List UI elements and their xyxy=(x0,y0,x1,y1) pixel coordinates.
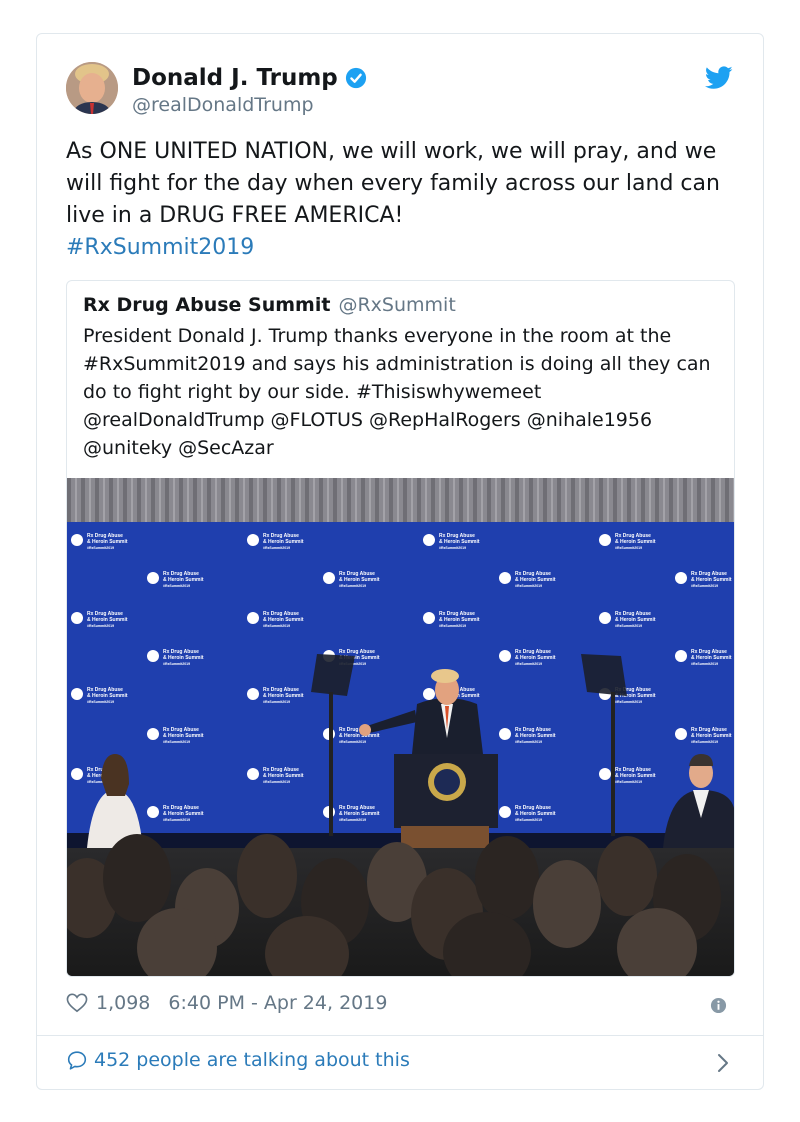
svg-text:#RxSummit2019: #RxSummit2019 xyxy=(515,662,542,666)
audience-member xyxy=(475,836,539,920)
author-handle[interactable]: @realDonaldTrump xyxy=(132,94,314,116)
svg-text:& Heroin Summit: & Heroin Summit xyxy=(515,655,556,661)
svg-text:& Heroin Summit: & Heroin Summit xyxy=(615,539,656,545)
svg-text:#RxSummit2019: #RxSummit2019 xyxy=(87,546,114,550)
svg-text:#RxSummit2019: #RxSummit2019 xyxy=(339,584,366,588)
svg-text:#RxSummit2019: #RxSummit2019 xyxy=(615,700,642,704)
heart-icon[interactable] xyxy=(66,993,88,1013)
svg-text:#RxSummit2019: #RxSummit2019 xyxy=(691,584,718,588)
svg-text:& Heroin Summit: & Heroin Summit xyxy=(515,577,556,583)
svg-text:& Heroin Summit: & Heroin Summit xyxy=(615,617,656,623)
comment-bubble-icon xyxy=(67,1050,87,1070)
display-name[interactable]: Donald J. Trump xyxy=(132,65,338,91)
svg-text:& Heroin Summit: & Heroin Summit xyxy=(439,539,480,545)
tweet-body: As ONE UNITED NATION, we will work, we w… xyxy=(66,139,720,228)
svg-text:#RxSummit2019: #RxSummit2019 xyxy=(515,584,542,588)
svg-text:#RxSummit2019: #RxSummit2019 xyxy=(691,740,718,744)
svg-text:& Heroin Summit: & Heroin Summit xyxy=(87,693,128,699)
svg-text:#RxSummit2019: #RxSummit2019 xyxy=(339,740,366,744)
svg-text:#RxSummit2019: #RxSummit2019 xyxy=(263,780,290,784)
svg-text:#RxSummit2019: #RxSummit2019 xyxy=(515,740,542,744)
audience-member xyxy=(237,834,297,918)
event-photo[interactable]: Rx Drug Abuse& Heroin Summit#RxSummit201… xyxy=(67,478,734,976)
svg-text:& Heroin Summit: & Heroin Summit xyxy=(263,617,304,623)
audience-member xyxy=(103,834,171,922)
svg-text:#RxSummit2019: #RxSummit2019 xyxy=(163,740,190,744)
twitter-bird-icon[interactable] xyxy=(705,66,733,90)
svg-text:& Heroin Summit: & Heroin Summit xyxy=(87,539,128,545)
svg-text:#RxSummit2019: #RxSummit2019 xyxy=(263,700,290,704)
tweet-meta: 1,098 6:40 PM - Apr 24, 2019 xyxy=(66,992,387,1014)
svg-text:& Heroin Summit: & Heroin Summit xyxy=(439,617,480,623)
hashtag-link[interactable]: #RxSummit2019 xyxy=(66,235,254,260)
svg-text:#RxSummit2019: #RxSummit2019 xyxy=(439,546,466,550)
info-icon[interactable] xyxy=(710,997,727,1014)
audience-member xyxy=(597,836,657,916)
svg-text:& Heroin Summit: & Heroin Summit xyxy=(691,655,732,661)
svg-text:& Heroin Summit: & Heroin Summit xyxy=(263,539,304,545)
like-count[interactable]: 1,098 xyxy=(96,992,150,1014)
avatar[interactable] xyxy=(66,62,118,114)
svg-text:#RxSummit2019: #RxSummit2019 xyxy=(163,818,190,822)
svg-text:#RxSummit2019: #RxSummit2019 xyxy=(515,818,542,822)
tweet-timestamp[interactable]: 6:40 PM - Apr 24, 2019 xyxy=(168,992,387,1014)
talking-count[interactable]: 452 people are talking about this xyxy=(94,1049,410,1071)
svg-text:#RxSummit2019: #RxSummit2019 xyxy=(339,818,366,822)
svg-text:#RxSummit2019: #RxSummit2019 xyxy=(87,624,114,628)
svg-text:#RxSummit2019: #RxSummit2019 xyxy=(691,662,718,666)
svg-text:& Heroin Summit: & Heroin Summit xyxy=(263,693,304,699)
svg-text:#RxSummit2019: #RxSummit2019 xyxy=(615,624,642,628)
audience-member xyxy=(533,860,601,948)
svg-text:#RxSummit2019: #RxSummit2019 xyxy=(163,662,190,666)
svg-text:& Heroin Summit: & Heroin Summit xyxy=(691,733,732,739)
svg-text:#RxSummit2019: #RxSummit2019 xyxy=(263,624,290,628)
author-name-row[interactable]: Donald J. Trump xyxy=(132,65,367,91)
tweet-card: Donald J. Trump @realDonaldTrump As ONE … xyxy=(36,33,764,1090)
avatar-image xyxy=(66,62,118,114)
svg-text:& Heroin Summit: & Heroin Summit xyxy=(339,811,380,817)
svg-text:& Heroin Summit: & Heroin Summit xyxy=(263,773,304,779)
svg-text:#RxSummit2019: #RxSummit2019 xyxy=(263,546,290,550)
svg-text:& Heroin Summit: & Heroin Summit xyxy=(339,577,380,583)
svg-text:#RxSummit2019: #RxSummit2019 xyxy=(615,546,642,550)
quoted-author: Rx Drug Abuse Summit @RxSummit xyxy=(83,294,456,316)
quoted-name: Rx Drug Abuse Summit xyxy=(83,294,331,316)
chevron-right-icon[interactable] xyxy=(717,1053,729,1073)
svg-text:#RxSummit2019: #RxSummit2019 xyxy=(615,780,642,784)
svg-text:#RxSummit2019: #RxSummit2019 xyxy=(87,700,114,704)
svg-text:& Heroin Summit: & Heroin Summit xyxy=(87,617,128,623)
quoted-text: President Donald J. Trump thanks everyon… xyxy=(83,325,711,459)
svg-text:& Heroin Summit: & Heroin Summit xyxy=(339,733,380,739)
svg-text:& Heroin Summit: & Heroin Summit xyxy=(163,811,204,817)
tweet-text: As ONE UNITED NATION, we will work, we w… xyxy=(66,136,736,264)
divider xyxy=(37,1035,763,1036)
svg-text:& Heroin Summit: & Heroin Summit xyxy=(691,577,732,583)
svg-text:#RxSummit2019: #RxSummit2019 xyxy=(439,624,466,628)
svg-text:& Heroin Summit: & Heroin Summit xyxy=(163,733,204,739)
svg-text:#RxSummit2019: #RxSummit2019 xyxy=(163,584,190,588)
quoted-tweet[interactable]: Rx Drug Abuse Summit @RxSummit President… xyxy=(66,280,735,977)
svg-text:& Heroin Summit: & Heroin Summit xyxy=(515,811,556,817)
conversation-link[interactable]: 452 people are talking about this xyxy=(66,1049,410,1071)
svg-text:& Heroin Summit: & Heroin Summit xyxy=(615,773,656,779)
quoted-handle: @RxSummit xyxy=(338,294,456,316)
svg-text:& Heroin Summit: & Heroin Summit xyxy=(163,655,204,661)
svg-text:& Heroin Summit: & Heroin Summit xyxy=(163,577,204,583)
svg-text:& Heroin Summit: & Heroin Summit xyxy=(515,733,556,739)
verified-badge-icon xyxy=(345,67,366,89)
